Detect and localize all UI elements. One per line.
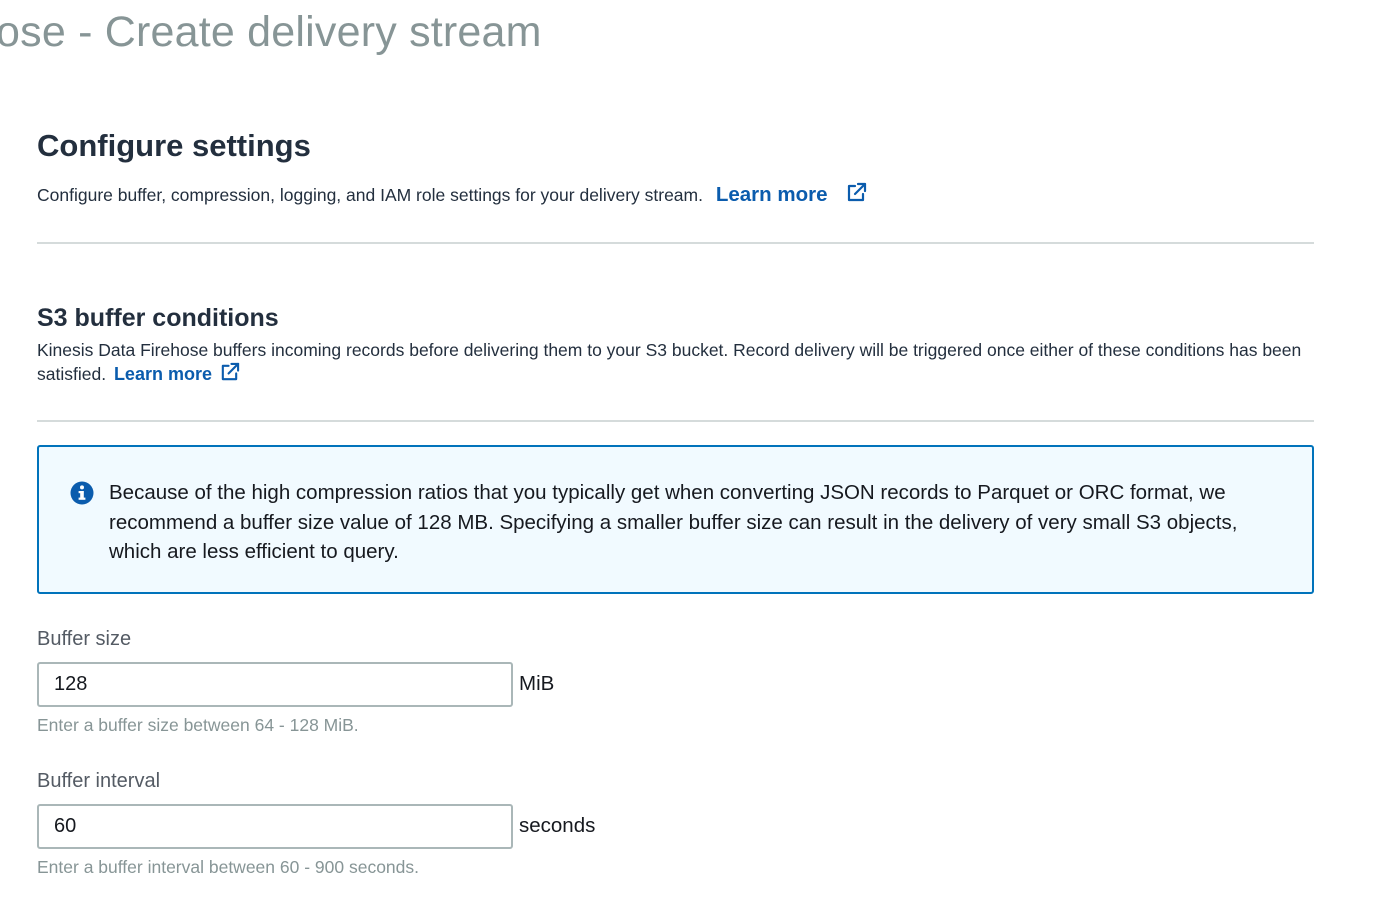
buffer-interval-input[interactable]	[37, 804, 513, 849]
buffer-size-label: Buffer size	[37, 628, 132, 650]
configure-settings-description-row: Configure buffer, compression, logging, …	[37, 182, 1314, 210]
s3-buffer-learn-more-link[interactable]: Learn more	[113, 362, 240, 384]
info-alert: Because of the high compression ratios t…	[37, 445, 1314, 594]
configure-settings-learn-more-link[interactable]: Learn more	[715, 182, 867, 206]
learn-more-label: Learn more	[715, 183, 828, 206]
page-title: ose - Create delivery stream	[0, 8, 542, 56]
section-divider	[37, 420, 1314, 422]
external-link-icon	[845, 182, 867, 210]
info-icon	[69, 480, 95, 506]
external-link-icon	[219, 362, 240, 389]
s3-buffer-conditions-title: S3 buffer conditions	[37, 304, 279, 332]
buffer-interval-unit: seconds	[519, 814, 596, 837]
buffer-size-unit: MiB	[519, 672, 555, 695]
section-divider	[37, 242, 1314, 244]
configure-settings-section: Configure settings Configure buffer, com…	[37, 126, 1314, 210]
configure-settings-title: Configure settings	[37, 128, 311, 163]
configure-settings-description: Configure buffer, compression, logging, …	[37, 185, 703, 205]
buffer-interval-label: Buffer interval	[37, 770, 161, 792]
buffer-interval-hint: Enter a buffer interval between 60 - 900…	[37, 857, 420, 877]
buffer-size-input[interactable]	[37, 662, 513, 707]
info-alert-text: Because of the high compression ratios t…	[109, 481, 1238, 563]
buffer-size-hint: Enter a buffer size between 64 - 128 MiB…	[37, 715, 359, 735]
learn-more-label: Learn more	[113, 364, 212, 384]
s3-buffer-conditions-section: S3 buffer conditions Kinesis Data Fireho…	[37, 302, 1314, 389]
s3-buffer-description-row: Kinesis Data Firehose buffers incoming r…	[37, 338, 1314, 389]
